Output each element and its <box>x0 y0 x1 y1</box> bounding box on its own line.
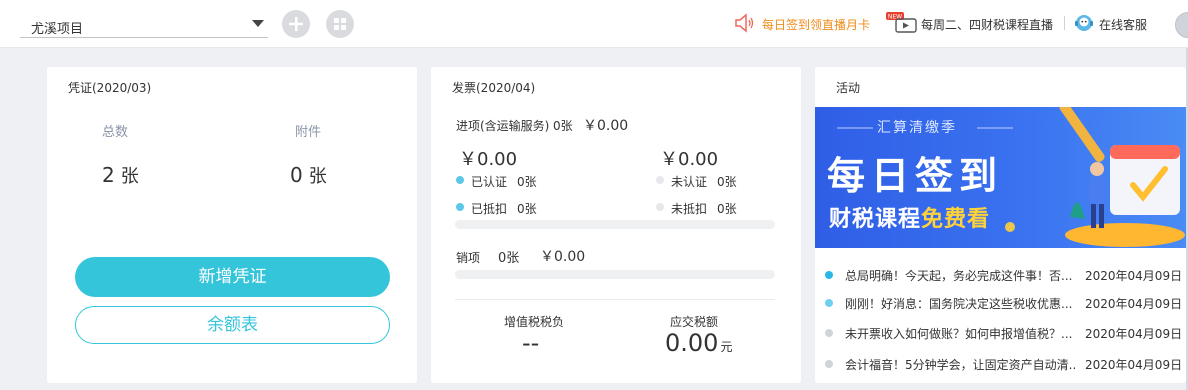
payable-tax: 0.00 元 <box>665 329 732 357</box>
voucher-total: 2张 <box>102 162 139 188</box>
bullet-dot <box>825 271 833 279</box>
deducted-count: 0张 <box>517 202 537 216</box>
attachment-value: 0 <box>290 163 303 187</box>
news-title: 刚刚！好消息：国务院决定这些税收优惠... <box>845 297 1073 311</box>
news-date: 2020年04月09日 <box>1085 269 1183 283</box>
chevron-down-icon <box>252 20 264 27</box>
uncertified-label: 未认证 <box>671 175 708 189</box>
avatar[interactable] <box>1175 12 1188 38</box>
uncertified-count: 0张 <box>717 175 737 189</box>
invoice-title: 发票(2020/04) <box>452 81 536 95</box>
attachment-label: 附件 <box>295 125 322 140</box>
output-progress-bar <box>455 270 775 279</box>
bullet-dot <box>825 329 833 337</box>
voucher-title: 凭证(2020/03) <box>68 81 152 95</box>
invoice-card: 发票(2020/04) 进项(含运输服务) 0张 ￥0.00 ￥0.00 ￥0.… <box>431 67 801 383</box>
voucher-total-unit: 张 <box>120 166 139 187</box>
banner-headline: 每日签到 <box>827 154 1004 198</box>
certified-amount: ￥0.00 <box>459 149 518 170</box>
input-invoice-count: 0张 <box>553 119 573 133</box>
undeducted-count: 0张 <box>717 202 737 216</box>
certified-label: 已认证 <box>471 175 508 189</box>
news-title: 会计福音！5分钟学会，让固定资产自动清... <box>845 358 1077 372</box>
news-date: 2020年04月09日 <box>1085 358 1183 372</box>
project-select[interactable]: 尤溪项目 <box>20 12 268 38</box>
uncertified-dot <box>656 176 664 184</box>
output-invoice-count: 0张 <box>498 251 520 266</box>
daily-checkin-link[interactable]: 每日签到领直播月卡 <box>762 16 870 33</box>
news-date: 2020年04月09日 <box>1085 297 1183 311</box>
banner-subline: 财税课程免费看 <box>829 201 990 233</box>
certified-dot <box>456 176 464 184</box>
attachment-unit: 张 <box>308 166 327 187</box>
certified-count: 0张 <box>517 175 537 189</box>
voucher-total-label: 总数 <box>102 125 129 140</box>
grid-icon <box>334 18 346 30</box>
payable-tax-value: 0.00 <box>665 329 719 357</box>
list-item[interactable]: 刚刚！好消息：国务院决定这些税收优惠... 2020年04月09日 <box>815 292 1188 314</box>
balance-sheet-button[interactable]: 余额表 <box>75 306 390 344</box>
bullet-dot <box>825 360 833 368</box>
activity-title: 活动 <box>836 81 861 95</box>
uncertified-amount: ￥0.00 <box>660 149 719 170</box>
voucher-total-value: 2 <box>102 163 115 187</box>
deducted-dot <box>456 203 464 211</box>
payable-tax-unit: 元 <box>720 340 733 354</box>
top-bar: 尤溪项目 每日签到领直播月卡 NEW 每周二、四财税课程直播 在线客服 <box>0 0 1188 48</box>
bullet-dot <box>825 299 833 307</box>
undeducted-dot <box>656 203 664 211</box>
output-invoice-label: 销项 <box>456 251 481 265</box>
list-item[interactable]: 未开票收入如何做账？如何申报增值税？... 2020年04月09日 <box>815 322 1188 344</box>
live-course-link[interactable]: 每周二、四财税课程直播 <box>921 16 1053 33</box>
tv-icon: NEW <box>886 12 917 33</box>
add-voucher-button[interactable]: 新增凭证 <box>75 257 390 297</box>
input-invoice-label: 进项(含运输服务) <box>456 119 550 133</box>
divider <box>455 299 775 300</box>
banner-top-text: 汇算清缴季 <box>877 120 957 136</box>
vat-burden-label: 增值税税负 <box>504 315 565 329</box>
list-item[interactable]: 总局明确！今天起，务必完成这件事！否... 2020年04月09日 <box>815 264 1188 286</box>
banner-sub-free: 免费看 <box>921 207 991 232</box>
list-item[interactable]: 会计福音！5分钟学会，让固定资产自动清... 2020年04月09日 <box>815 353 1188 375</box>
payable-tax-label: 应交税额 <box>670 315 719 329</box>
output-invoice-amount: ￥0.00 <box>540 249 586 265</box>
activity-card: 活动 汇算清缴季 每日签到 财税课程免费看 总局明确！今天起，务必完成这件事！否… <box>815 67 1188 383</box>
add-button[interactable] <box>282 10 310 38</box>
voucher-card: 凭证(2020/03) 总数 2张 附件 0张 新增凭证 余额表 <box>47 67 417 383</box>
service-icon <box>1075 15 1093 31</box>
news-title: 未开票收入如何做账？如何申报增值税？... <box>845 327 1073 341</box>
project-select-value: 尤溪项目 <box>31 22 84 37</box>
undeducted-label: 未抵扣 <box>671 202 708 216</box>
online-service-link[interactable]: 在线客服 <box>1099 16 1147 33</box>
activity-banner[interactable]: 汇算清缴季 每日签到 财税课程免费看 <box>815 107 1188 248</box>
news-title: 总局明确！今天起，务必完成这件事！否... <box>845 269 1073 283</box>
input-progress-bar <box>455 220 775 229</box>
banner-sub-main: 财税课程 <box>829 207 922 232</box>
vat-burden-value: -- <box>522 329 540 357</box>
apps-button[interactable] <box>326 10 354 38</box>
plus-icon <box>289 17 303 31</box>
deducted-label: 已抵扣 <box>471 202 508 216</box>
divider <box>1064 16 1065 30</box>
input-invoice-amount: ￥0.00 <box>583 118 629 134</box>
speaker-icon <box>735 13 754 33</box>
news-date: 2020年04月09日 <box>1085 327 1183 341</box>
attachment-count: 0张 <box>290 162 327 188</box>
